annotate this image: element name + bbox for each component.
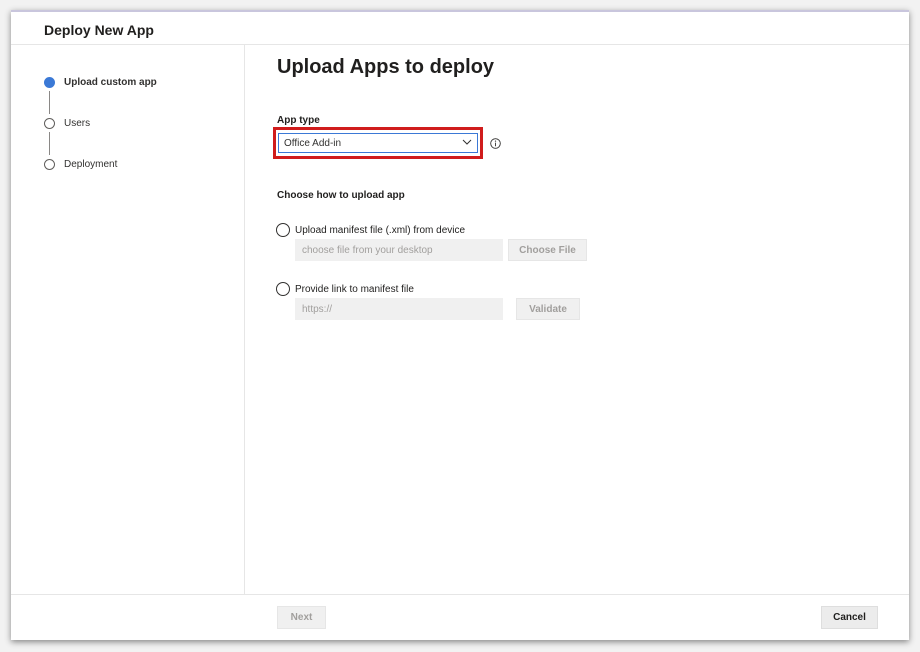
chevron-down-icon — [462, 139, 472, 145]
dialog-header: Deploy New App — [11, 12, 909, 45]
next-button[interactable]: Next — [277, 606, 326, 629]
cancel-button[interactable]: Cancel — [821, 606, 878, 629]
step-sidebar: Upload custom app Users Deployment — [11, 45, 245, 595]
radio-upload-file[interactable] — [276, 223, 290, 237]
validate-button[interactable]: Validate — [516, 298, 580, 320]
step-connector — [49, 91, 50, 114]
app-type-value: Office Add-in — [284, 137, 342, 149]
step-connector — [49, 132, 50, 155]
step-upload-custom-app[interactable]: Upload custom app — [44, 74, 157, 90]
page-title: Upload Apps to deploy — [277, 56, 495, 78]
step-deployment[interactable]: Deployment — [44, 156, 117, 172]
deploy-dialog: Deploy New App Upload custom app Users D… — [11, 10, 909, 640]
app-type-dropdown[interactable]: Office Add-in — [278, 133, 478, 153]
app-type-label: App type — [277, 115, 320, 126]
cancel-label: Cancel — [833, 612, 866, 623]
upload-file-option[interactable]: Upload manifest file (.xml) from device — [276, 222, 465, 238]
step-label: Users — [64, 117, 91, 129]
step-dot-icon — [44, 117, 55, 129]
dialog-title: Deploy New App — [44, 22, 154, 38]
manifest-url-input[interactable]: https:// — [295, 298, 503, 320]
step-dot-icon — [44, 158, 55, 170]
step-label: Upload custom app — [64, 76, 157, 88]
next-label: Next — [290, 612, 313, 623]
radio-manifest-link[interactable] — [276, 282, 290, 296]
step-users[interactable]: Users — [44, 115, 90, 131]
file-path-input[interactable]: choose file from your desktop — [295, 239, 503, 261]
dialog-footer: Next Cancel — [11, 594, 909, 640]
choose-file-label: Choose File — [519, 244, 576, 256]
info-icon[interactable] — [490, 138, 501, 149]
choose-file-button[interactable]: Choose File — [508, 239, 587, 261]
step-label: Deployment — [64, 158, 118, 170]
validate-label: Validate — [529, 303, 567, 315]
upload-file-option-label: Upload manifest file (.xml) from device — [295, 224, 466, 236]
file-path-placeholder: choose file from your desktop — [302, 244, 433, 256]
manifest-link-option[interactable]: Provide link to manifest file — [276, 281, 414, 297]
upload-section-title: Choose how to upload app — [277, 190, 405, 201]
manifest-link-option-label: Provide link to manifest file — [295, 283, 414, 295]
manifest-url-placeholder: https:// — [302, 303, 333, 315]
step-active-dot-icon — [44, 76, 55, 88]
